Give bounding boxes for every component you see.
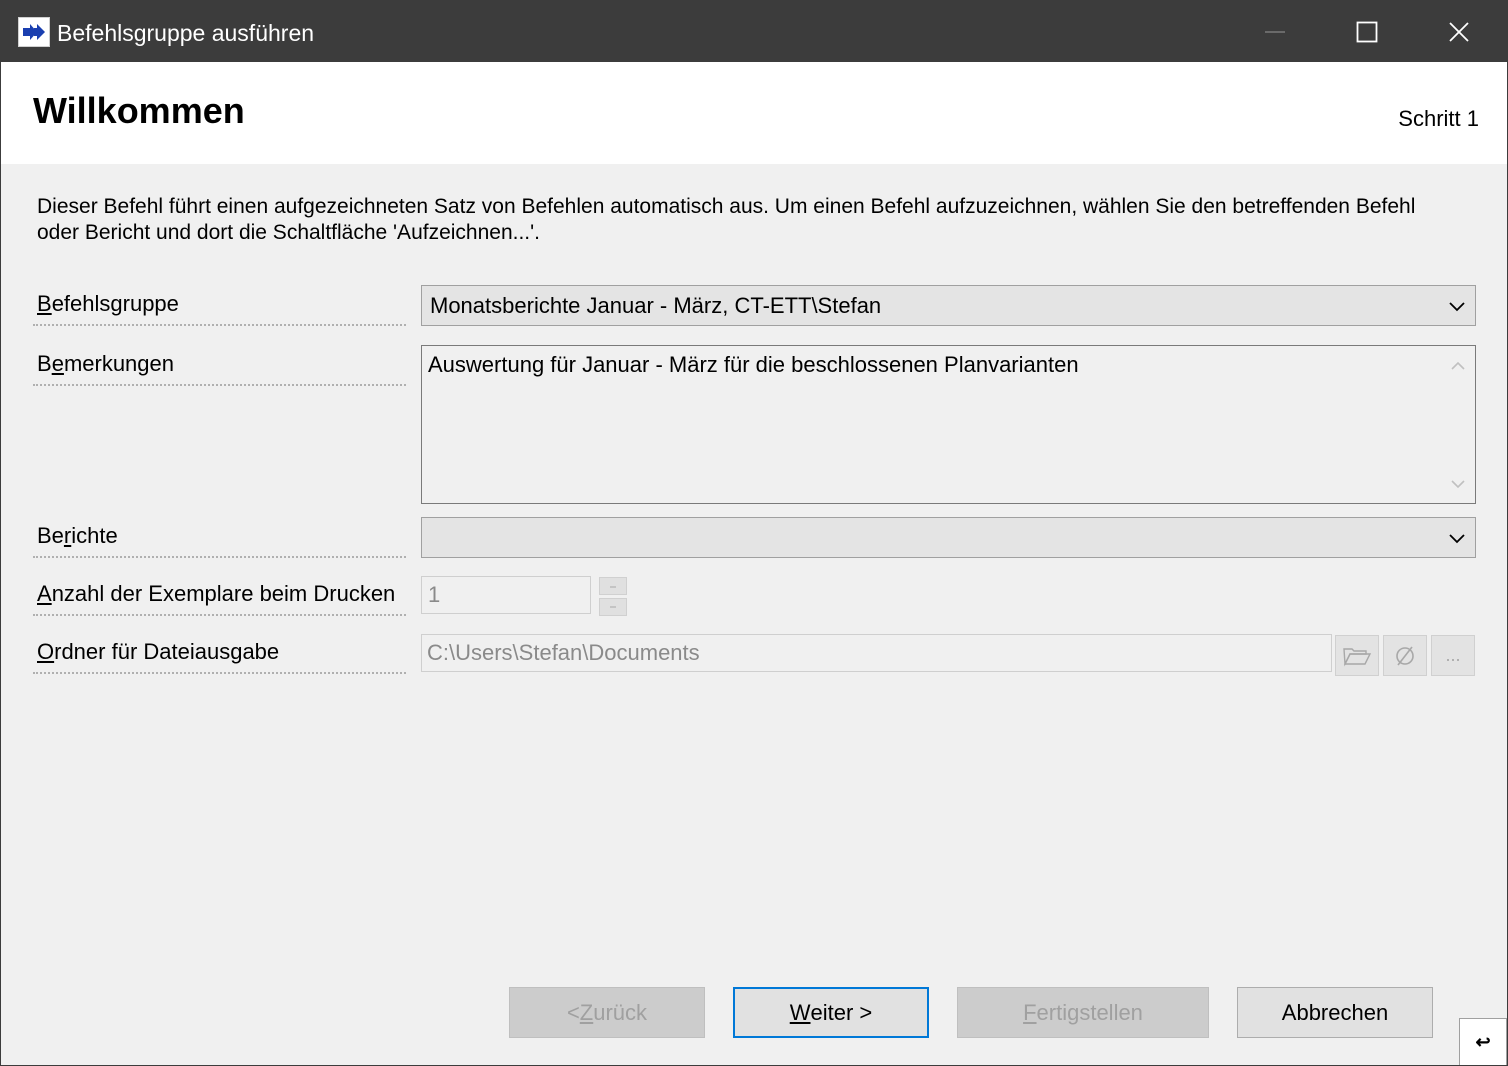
spin-up-icon [610,586,616,588]
clear-icon [1396,646,1414,665]
bemerkungen-label: Bemerkungen [33,346,406,386]
close-button[interactable] [1413,1,1505,62]
cancel-button[interactable]: Abbrechen [1237,987,1433,1038]
befehlsgruppe-label: Befehlsgruppe [33,286,406,326]
run-command-group-icon [18,17,50,47]
bemerkungen-textarea[interactable]: Auswertung für Januar - März für die bes… [421,345,1476,504]
maximize-button[interactable] [1321,1,1413,62]
browse-folder-button[interactable] [1335,635,1379,676]
befehlsgruppe-value: Monatsberichte Januar - März, CT-ETT\Ste… [430,293,882,318]
finish-button[interactable]: Fertigstellen [957,987,1209,1038]
minimize-button[interactable] [1229,1,1321,62]
clear-path-button[interactable] [1383,635,1427,676]
close-icon [1449,21,1469,42]
bemerkungen-value: Auswertung für Januar - März für die bes… [428,352,1079,377]
vertical-scrollbar[interactable] [1441,346,1475,503]
spin-down-button[interactable] [599,598,627,616]
folder-open-icon [1343,647,1372,667]
wizard-window: Befehlsgruppe ausführen Willkommen Schri… [0,0,1508,1066]
title-bar[interactable]: Befehlsgruppe ausführen [1,1,1507,62]
chevron-down-icon [1449,302,1465,312]
exemplare-label: Anzahl der Exemplare beim Drucken [33,576,406,616]
spin-down-icon [610,606,616,608]
window-title: Befehlsgruppe ausführen [57,20,315,46]
page-title: Willkommen [33,90,245,131]
intro-text: Dieser Befehl führt einen aufgezeichnete… [37,195,1416,244]
next-button[interactable]: Weiter > [733,987,929,1038]
exemplare-input[interactable]: 1 [421,576,591,614]
help-icon[interactable]: ↩ [1459,1018,1507,1065]
more-options-button[interactable]: ... [1431,635,1475,676]
chevron-down-icon[interactable] [1450,478,1466,490]
spin-up-button[interactable] [599,577,627,595]
back-button[interactable]: < Zurück [509,987,705,1038]
berichte-select[interactable] [421,517,1476,558]
chevron-down-icon [1449,534,1465,544]
berichte-label: Berichte [33,518,406,558]
befehlsgruppe-select[interactable]: Monatsberichte Januar - März, CT-ETT\Ste… [421,285,1476,326]
ordner-input[interactable]: C:\Users\Stefan\Documents [421,634,1332,672]
wizard-header: Willkommen Schritt 1 [1,62,1507,164]
chevron-up-icon[interactable] [1450,360,1466,372]
ordner-label: Ordner für Dateiausgabe [33,634,406,674]
step-indicator: Schritt 1 [1398,106,1479,131]
